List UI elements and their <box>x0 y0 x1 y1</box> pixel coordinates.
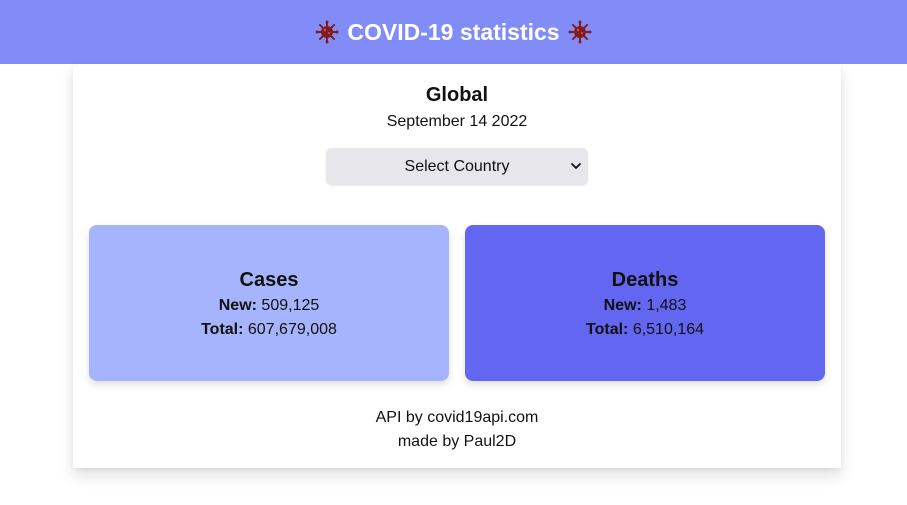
deaths-new-line: New: 1,483 <box>465 297 825 315</box>
cases-new-label: New: <box>218 297 257 314</box>
virus-icon <box>315 20 339 44</box>
cases-card: Cases New: 509,125 Total: 607,679,008 <box>89 225 449 381</box>
cases-total-line: Total: 607,679,008 <box>89 321 449 339</box>
date-label: September 14 2022 <box>386 113 528 130</box>
cases-total-label: Total: <box>201 321 244 338</box>
deaths-total-line: Total: 6,510,164 <box>465 321 825 339</box>
deaths-new-label: New: <box>603 297 642 314</box>
country-select-value: Select Country <box>404 157 510 175</box>
virus-icon <box>568 20 592 44</box>
app-header: COVID-19 statistics <box>0 0 907 64</box>
cases-new-line: New: 509,125 <box>89 297 449 315</box>
region-title: Global <box>425 84 489 106</box>
chevron-down-icon <box>571 163 581 169</box>
header-title-group: COVID-19 statistics <box>315 18 592 46</box>
deaths-title: Deaths <box>611 269 679 291</box>
main-card: Global September 14 2022 Select Country … <box>73 64 841 468</box>
cases-total-value: 607,679,008 <box>247 321 337 338</box>
app-title: COVID-19 statistics <box>347 18 560 45</box>
author-credit: made by Paul2D <box>397 433 517 450</box>
deaths-total-label: Total: <box>586 321 629 338</box>
api-credit: API by covid19api.com <box>375 409 539 426</box>
deaths-new-value: 1,483 <box>646 297 687 314</box>
deaths-card: Deaths New: 1,483 Total: 6,510,164 <box>465 225 825 381</box>
deaths-total-value: 6,510,164 <box>632 321 704 338</box>
cases-new-value: 509,125 <box>261 297 320 314</box>
cases-title: Cases <box>239 269 299 291</box>
country-select[interactable]: Select Country <box>326 148 588 185</box>
